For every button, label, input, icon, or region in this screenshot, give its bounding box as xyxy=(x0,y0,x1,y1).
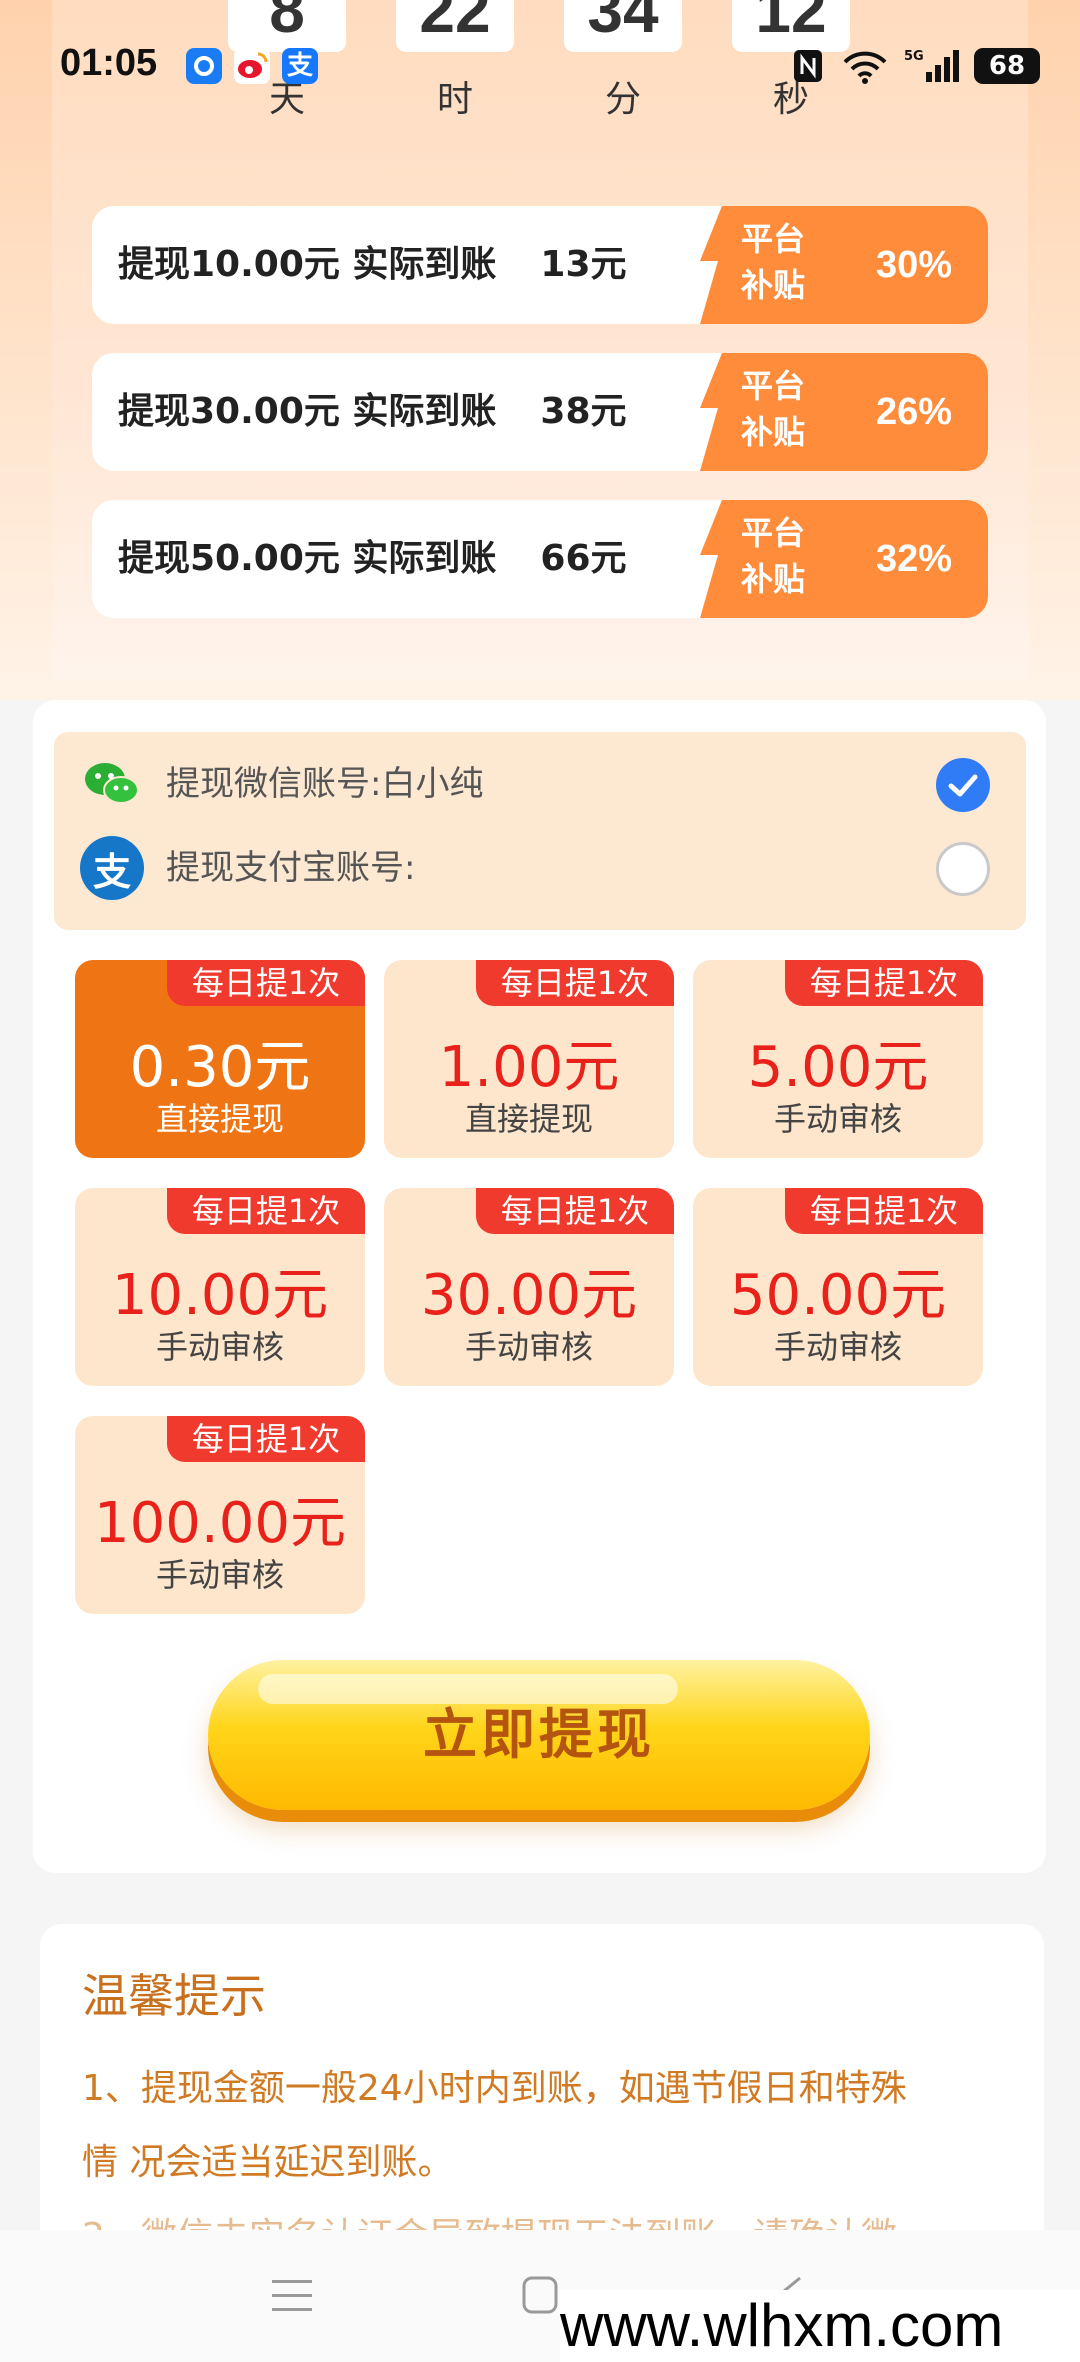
alipay-icon: 支 xyxy=(80,836,144,900)
daily-limit-tag: 每日提1次 xyxy=(167,1416,365,1462)
wechat-account-option[interactable]: 提现微信账号:白小纯 xyxy=(80,742,1000,826)
alipay-radio[interactable] xyxy=(936,842,990,896)
amount-type: 手动审核 xyxy=(773,1328,902,1366)
promo-withdraw: 提现30.00元 实际到账 xyxy=(118,391,497,432)
amount-type: 手动审核 xyxy=(464,1328,593,1366)
alipay-notification-icon: 支 xyxy=(282,48,318,84)
check-icon xyxy=(948,774,978,797)
battery-indicator: 68 xyxy=(974,48,1040,84)
amount-option[interactable]: 每日提1次 1.00元 直接提现 xyxy=(384,960,674,1158)
daily-limit-tag: 每日提1次 xyxy=(785,1188,983,1234)
wechat-radio[interactable] xyxy=(936,758,990,812)
promo-row: 提现50.00元 实际到账 66元 平台补贴 32% xyxy=(92,500,988,618)
amount-option[interactable]: 每日提1次 10.00元 手动审核 xyxy=(75,1188,365,1386)
alipay-account-label: 提现支付宝账号: xyxy=(166,848,416,888)
signal-icon: 5G xyxy=(904,49,959,82)
promo-withdraw: 提现50.00元 实际到账 xyxy=(118,538,497,579)
subsidy-percent: 26% xyxy=(875,391,952,433)
daily-limit-tag: 每日提1次 xyxy=(167,960,365,1006)
subsidy-badge: 平台补贴 32% xyxy=(700,500,988,618)
subsidy-badge: 平台补贴 26% xyxy=(700,353,988,471)
amount-value: 0.30元 xyxy=(129,1035,311,1100)
amount-value: 30.00元 xyxy=(420,1263,638,1328)
amount-value: 50.00元 xyxy=(729,1263,947,1328)
subsidy-percent: 30% xyxy=(875,244,952,286)
daily-limit-tag: 每日提1次 xyxy=(167,1188,365,1234)
subsidy-label-line2: 补贴 xyxy=(740,413,805,451)
wechat-account-label: 提现微信账号:白小纯 xyxy=(166,764,484,804)
status-time: 01:05 xyxy=(60,42,158,84)
app-notification-icon xyxy=(186,48,222,84)
daily-limit-tag: 每日提1次 xyxy=(476,960,674,1006)
amount-type: 手动审核 xyxy=(155,1328,284,1366)
amount-type: 手动审核 xyxy=(773,1100,902,1138)
subsidy-percent: 32% xyxy=(875,538,952,580)
nfc-icon xyxy=(794,50,822,82)
withdraw-now-button[interactable]: 立即提现 xyxy=(208,1660,870,1810)
amount-option[interactable]: 每日提1次 5.00元 手动审核 xyxy=(693,960,983,1158)
promo-withdraw: 提现10.00元 实际到账 xyxy=(118,244,497,285)
amount-type: 直接提现 xyxy=(464,1100,593,1138)
amount-value: 10.00元 xyxy=(111,1263,329,1328)
wifi-icon xyxy=(843,51,887,84)
subsidy-badge: 平台补贴 30% xyxy=(700,206,988,324)
promo-row: 提现10.00元 实际到账 13元 平台补贴 30% xyxy=(92,206,988,324)
amount-value: 5.00元 xyxy=(747,1035,929,1100)
amount-type: 直接提现 xyxy=(155,1100,284,1138)
amount-value: 100.00元 xyxy=(94,1491,346,1556)
amount-option[interactable]: 每日提1次 30.00元 手动审核 xyxy=(384,1188,674,1386)
subsidy-label-line1: 平台 xyxy=(740,514,805,552)
subsidy-label-line1: 平台 xyxy=(740,220,805,258)
tips-line: 1、提现金额一般24小时内到账，如遇节假日和特殊 xyxy=(82,2068,907,2109)
account-selector: 提现微信账号:白小纯 支 提现支付宝账号: xyxy=(54,732,1026,930)
amount-value: 1.00元 xyxy=(438,1035,620,1100)
promo-actual: 66元 xyxy=(540,538,627,579)
tips-title: 温馨提示 xyxy=(82,1969,266,2023)
status-bar: 01:05 支 5G 68 xyxy=(0,38,1080,94)
promo-row: 提现30.00元 实际到账 38元 平台补贴 26% xyxy=(92,353,988,471)
network-type-label: 5G xyxy=(904,49,924,64)
watermark: www.wlhxm.com xyxy=(560,2290,1080,2362)
amount-type: 手动审核 xyxy=(155,1556,284,1594)
amount-option[interactable]: 每日提1次 100.00元 手动审核 xyxy=(75,1416,365,1614)
promo-actual: 13元 xyxy=(540,244,627,285)
weibo-icon xyxy=(234,48,270,84)
status-indicators: 5G 68 xyxy=(790,44,1040,88)
promo-actual: 38元 xyxy=(540,391,627,432)
daily-limit-tag: 每日提1次 xyxy=(785,960,983,1006)
subsidy-label-line2: 补贴 xyxy=(740,560,805,598)
wechat-icon xyxy=(80,752,144,816)
alipay-account-option[interactable]: 支 提现支付宝账号: xyxy=(80,826,1000,910)
subsidy-label-line2: 补贴 xyxy=(740,266,805,304)
tips-line: 情 况会适当延迟到账。 xyxy=(82,2142,454,2183)
subsidy-label-line1: 平台 xyxy=(740,367,805,405)
withdraw-now-label: 立即提现 xyxy=(423,1703,655,1766)
menu-icon[interactable] xyxy=(262,2270,322,2322)
amount-option[interactable]: 每日提1次 0.30元 直接提现 xyxy=(75,960,365,1158)
amount-option[interactable]: 每日提1次 50.00元 手动审核 xyxy=(693,1188,983,1386)
daily-limit-tag: 每日提1次 xyxy=(476,1188,674,1234)
